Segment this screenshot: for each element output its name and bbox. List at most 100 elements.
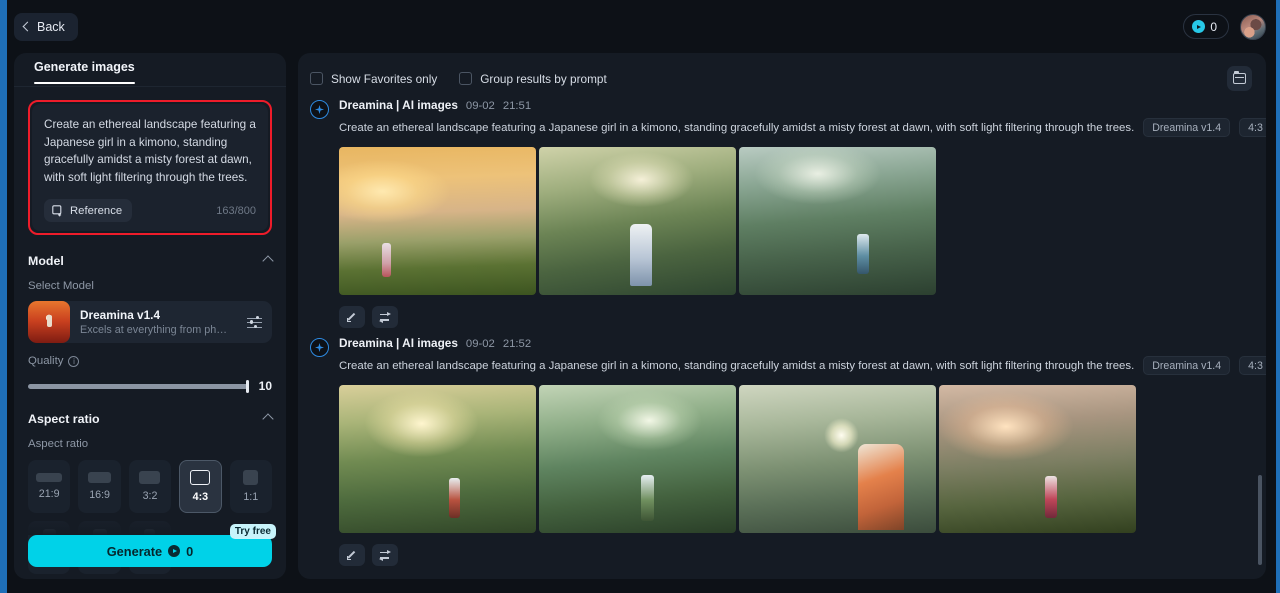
- generated-image[interactable]: [739, 147, 936, 295]
- result-header: Dreamina | AI images 09-02 21:52 Create an …: [310, 336, 1266, 375]
- pencil-icon: [347, 312, 358, 323]
- sidebar-scroll[interactable]: Create an ethereal landscape featuring a…: [14, 87, 286, 579]
- edit-button[interactable]: [339, 306, 365, 328]
- tab-generate-images-label: Generate images: [34, 60, 135, 74]
- prompt-input[interactable]: Create an ethereal landscape featuring a…: [44, 116, 256, 186]
- select-model-label: Select Model: [28, 280, 94, 292]
- filter-group-by-prompt-label: Group results by prompt: [480, 71, 607, 86]
- result-title-row: Dreamina | AI images 09-02 21:52: [339, 336, 1252, 350]
- generated-image[interactable]: [539, 385, 736, 533]
- quality-slider-handle[interactable]: [245, 379, 249, 393]
- back-button-label: Back: [37, 19, 65, 34]
- aspect-ratio-21-9[interactable]: 21:9: [28, 460, 71, 513]
- result-prompt: Create an ethereal landscape featuring a…: [339, 359, 1135, 372]
- model-card[interactable]: Dreamina v1.4 Excels at everything from …: [28, 301, 272, 343]
- model-thumbnail: [28, 301, 70, 343]
- aspect-ratio-16-9[interactable]: 16:9: [78, 460, 121, 513]
- generate-cost: 0: [186, 543, 194, 559]
- edit-button[interactable]: [339, 544, 365, 566]
- result-actions: [339, 544, 1252, 566]
- aspect-ratio-label: 3:2: [142, 490, 158, 502]
- refresh-icon: [379, 549, 391, 561]
- folder-icon: [1233, 70, 1246, 84]
- prompt-highlight: Create an ethereal landscape featuring a…: [28, 100, 272, 235]
- window-edge-accent: [0, 0, 7, 593]
- result-prompt: Create an ethereal landscape featuring a…: [339, 121, 1135, 134]
- window-edge-accent-right: [1276, 0, 1280, 593]
- main-panel: Show Favorites only Group results by pro…: [298, 53, 1266, 579]
- vertical-scrollbar[interactable]: [1258, 475, 1262, 565]
- aspect-ratio-shape-icon: [88, 472, 112, 483]
- filter-show-favorites-label: Show Favorites only: [331, 71, 438, 86]
- pencil-icon: [347, 550, 358, 561]
- result-thumbnails: [339, 385, 1252, 533]
- reference-button[interactable]: Reference: [44, 199, 133, 222]
- aspect-ratio-shape-icon: [243, 470, 259, 485]
- aspect-ratio-section-header[interactable]: Aspect ratio: [28, 412, 274, 426]
- avatar[interactable]: [1240, 13, 1266, 40]
- results-toolbar: Show Favorites only Group results by pro…: [298, 63, 1266, 94]
- generate-button[interactable]: Generate 0: [28, 535, 272, 567]
- result-tag: 4:3: [1239, 356, 1266, 375]
- result-tag: Dreamina v1.4: [1143, 118, 1231, 137]
- result-time: 21:51: [502, 100, 532, 112]
- prompt-box[interactable]: Create an ethereal landscape featuring a…: [32, 104, 268, 231]
- results-list[interactable]: Dreamina | AI images 09-02 21:51 Create an …: [298, 94, 1266, 579]
- model-description: Excels at everything from photoreali...: [80, 324, 230, 336]
- aspect-ratio-label: 4:3: [192, 491, 209, 503]
- prompt-footer: Reference 163/800: [44, 199, 256, 222]
- model-section-header[interactable]: Model: [28, 254, 274, 268]
- info-icon[interactable]: i: [68, 355, 80, 367]
- generated-image[interactable]: [939, 385, 1136, 533]
- sliders-icon[interactable]: [247, 315, 262, 329]
- aspect-ratio-label: 1:1: [243, 491, 259, 503]
- quality-value: 10: [258, 379, 272, 393]
- result-app-name: Dreamina | AI images: [339, 336, 458, 350]
- try-free-badge: Try free: [229, 524, 276, 539]
- quality-slider-row: 10: [28, 379, 272, 393]
- generate-button-label: Generate: [106, 543, 163, 559]
- aspect-ratio-sub-label: Aspect ratio: [28, 438, 89, 450]
- aspect-ratio-3-2[interactable]: 3:2: [128, 460, 172, 513]
- back-button[interactable]: Back: [14, 12, 78, 41]
- checkbox-show-favorites[interactable]: [310, 72, 323, 85]
- tab-generate-images[interactable]: Generate images: [34, 60, 135, 84]
- sidebar-tabs: Generate images: [14, 53, 286, 87]
- quality-label-row: Quality i: [28, 355, 272, 367]
- credits-value: 0: [1210, 19, 1217, 34]
- refresh-icon: [379, 311, 391, 323]
- aspect-ratio-label: 21:9: [38, 488, 60, 500]
- generated-image[interactable]: [339, 147, 536, 295]
- coin-icon: [168, 545, 181, 557]
- result-date: 09-02: [465, 100, 495, 112]
- sparkle-icon: [310, 338, 329, 357]
- result-tag: Dreamina v1.4: [1143, 356, 1231, 375]
- quality-slider[interactable]: [28, 379, 249, 393]
- result-thumbnails: [339, 147, 1252, 295]
- generated-image[interactable]: [339, 385, 536, 533]
- filter-show-favorites[interactable]: Show Favorites only: [310, 72, 437, 86]
- result-actions: [339, 306, 1252, 328]
- filter-group-by-prompt[interactable]: Group results by prompt: [459, 72, 607, 86]
- aspect-ratio-4-3[interactable]: 4:3: [179, 460, 222, 513]
- result-item: Dreamina | AI images 09-02 21:51 Create an …: [310, 98, 1266, 328]
- credits-pill[interactable]: 0: [1183, 14, 1229, 39]
- generated-image[interactable]: [539, 147, 736, 295]
- gallery-button[interactable]: [1227, 66, 1252, 91]
- chevron-left-icon: [22, 21, 33, 32]
- coin-icon: [1192, 20, 1206, 33]
- body: Generate images Create an ethereal lands…: [0, 53, 1280, 593]
- result-time: 21:52: [502, 338, 532, 350]
- checkbox-group-by-prompt[interactable]: [459, 72, 473, 85]
- top-bar: Back 0: [0, 0, 1280, 53]
- result-prompt-row: Create an ethereal landscape featuring a…: [339, 118, 1266, 137]
- app-window: Back 0 Generate images Create an etherea…: [0, 0, 1280, 593]
- regenerate-button[interactable]: [372, 544, 398, 566]
- generated-image[interactable]: [739, 385, 936, 533]
- generate-container: Generate 0 Try free: [28, 524, 276, 567]
- model-meta: Dreamina v1.4 Excels at everything from …: [70, 308, 247, 336]
- result-app-name: Dreamina | AI images: [339, 98, 458, 112]
- aspect-ratio-1-1[interactable]: 1:1: [229, 460, 272, 513]
- prompt-char-counter: 163/800: [216, 204, 256, 217]
- regenerate-button[interactable]: [372, 306, 398, 328]
